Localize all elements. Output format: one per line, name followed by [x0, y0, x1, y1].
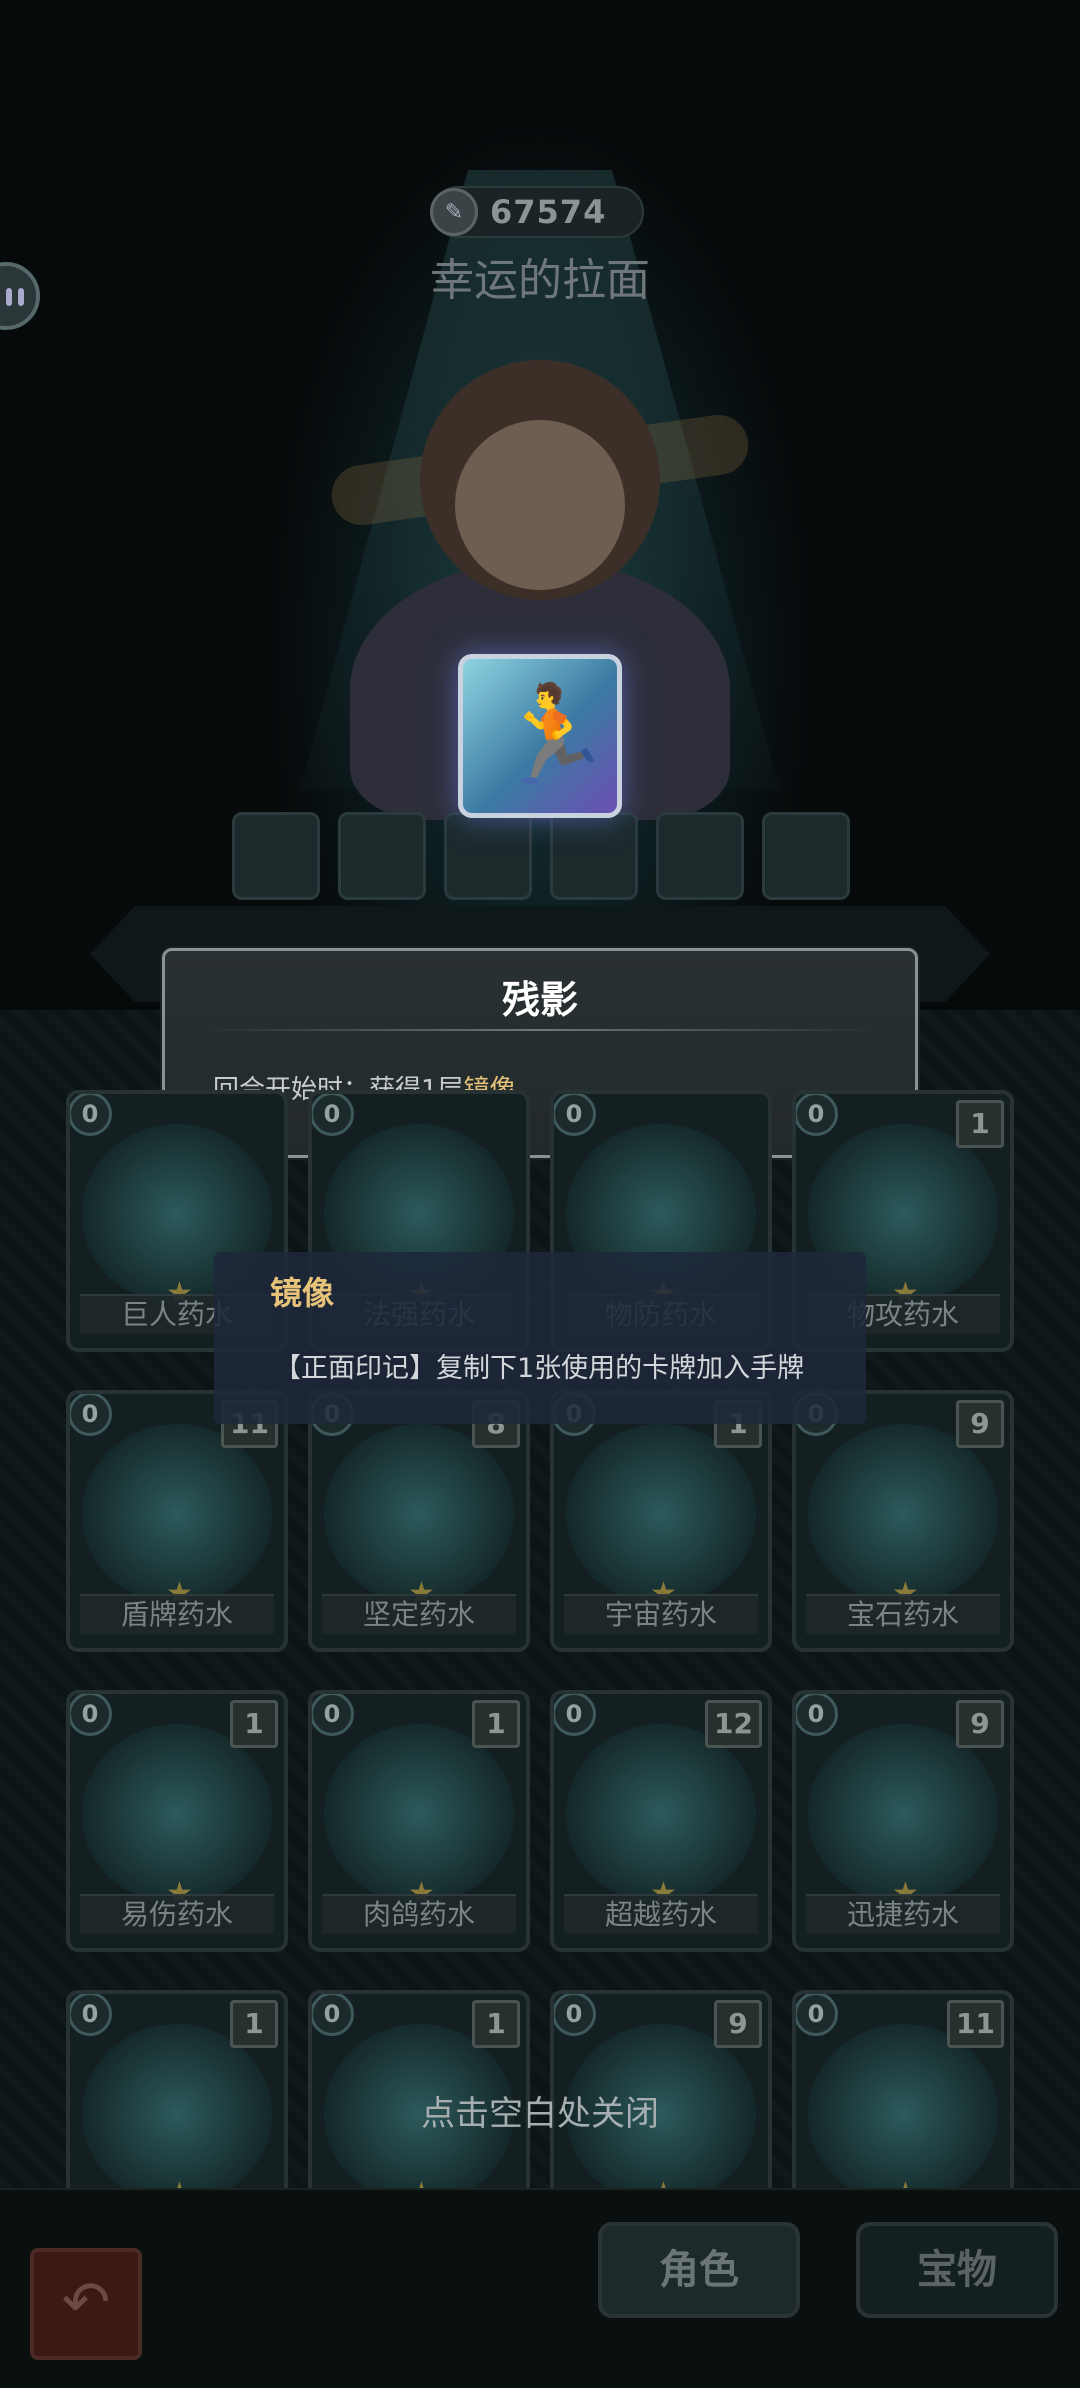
potion-card[interactable]: 01★易伤药水	[66, 1690, 288, 1952]
equip-slot[interactable]	[444, 812, 532, 900]
potion-count: 1	[230, 1700, 278, 1748]
potion-cost: 0	[796, 1994, 838, 2036]
score-display: ✎ 67574	[430, 186, 644, 238]
potion-card[interactable]: 08★坚定药水	[308, 1390, 530, 1652]
potion-name: 盾牌药水	[80, 1594, 274, 1634]
potion-cost: 0	[554, 1094, 596, 1136]
potion-card[interactable]: 09★宝石药水	[792, 1390, 1014, 1652]
tab-treasure[interactable]: 宝物	[856, 2222, 1058, 2318]
potion-count: 1	[472, 1700, 520, 1748]
potion-count: 1	[956, 1100, 1004, 1148]
potion-card[interactable]: 012★超越药水	[550, 1690, 772, 1952]
equip-slot[interactable]	[550, 812, 638, 900]
potion-count: 9	[956, 1700, 1004, 1748]
potion-cost: 0	[312, 1994, 354, 2036]
potion-count: 1	[230, 2000, 278, 2048]
character-name: 幸运的拉面	[430, 255, 650, 306]
potion-name: 易伤药水	[80, 1894, 274, 1934]
tooltip-description: 【正面印记】复制下1张使用的卡牌加入手牌	[274, 1353, 805, 1384]
back-button[interactable]: ↶	[30, 2248, 142, 2360]
potion-card[interactable]: 09★迅捷药水	[792, 1690, 1014, 1952]
score-value: 67574	[490, 193, 607, 231]
close-hint[interactable]: 点击空白处关闭	[0, 2086, 1080, 2135]
potion-cost: 0	[70, 1394, 112, 1436]
potion-count: 12	[705, 1700, 762, 1748]
divider	[205, 1029, 875, 1031]
skill-title: 残影	[501, 978, 578, 1022]
keyword-tooltip: 镜像 【正面印记】复制下1张使用的卡牌加入手牌	[214, 1252, 866, 1424]
potion-cost: 0	[554, 1994, 596, 2036]
potion-name: 宝石药水	[806, 1594, 1000, 1634]
tab-role[interactable]: 角色	[598, 2222, 800, 2318]
quill-icon: ✎	[430, 188, 478, 236]
potion-cost: 0	[796, 1694, 838, 1736]
potion-card[interactable]: 01★宇宙药水	[550, 1390, 772, 1652]
potion-cost: 0	[70, 1094, 112, 1136]
potion-count: 11	[947, 2000, 1004, 2048]
potion-cost: 0	[554, 1694, 596, 1736]
potion-cost: 0	[70, 1694, 112, 1736]
equip-slot[interactable]	[232, 812, 320, 900]
equip-slot[interactable]	[762, 812, 850, 900]
potion-cost: 0	[312, 1694, 354, 1736]
potion-count: 9	[714, 2000, 762, 2048]
potion-name: 宇宙药水	[564, 1594, 758, 1634]
back-arrow-icon: ↶	[61, 2268, 111, 2336]
character-face	[455, 420, 625, 590]
potion-count: 1	[472, 2000, 520, 2048]
potion-name: 超越药水	[564, 1894, 758, 1934]
equip-slot[interactable]	[338, 812, 426, 900]
potion-cost: 0	[312, 1094, 354, 1136]
potion-card[interactable]: 01★肉鸽药水	[308, 1690, 530, 1952]
running-figure-icon: 🏃	[493, 679, 613, 791]
potion-card[interactable]: 011★盾牌药水	[66, 1390, 288, 1652]
skill-card-icon: 🏃	[458, 654, 622, 818]
tooltip-title: 镜像	[270, 1274, 335, 1312]
equipment-slots	[232, 812, 850, 900]
potion-cost: 0	[796, 1094, 838, 1136]
potion-cost: 0	[70, 1994, 112, 2036]
potion-name: 迅捷药水	[806, 1894, 1000, 1934]
potion-name: 坚定药水	[322, 1594, 516, 1634]
potion-name: 肉鸽药水	[322, 1894, 516, 1934]
equip-slot[interactable]	[656, 812, 744, 900]
potion-count: 9	[956, 1400, 1004, 1448]
